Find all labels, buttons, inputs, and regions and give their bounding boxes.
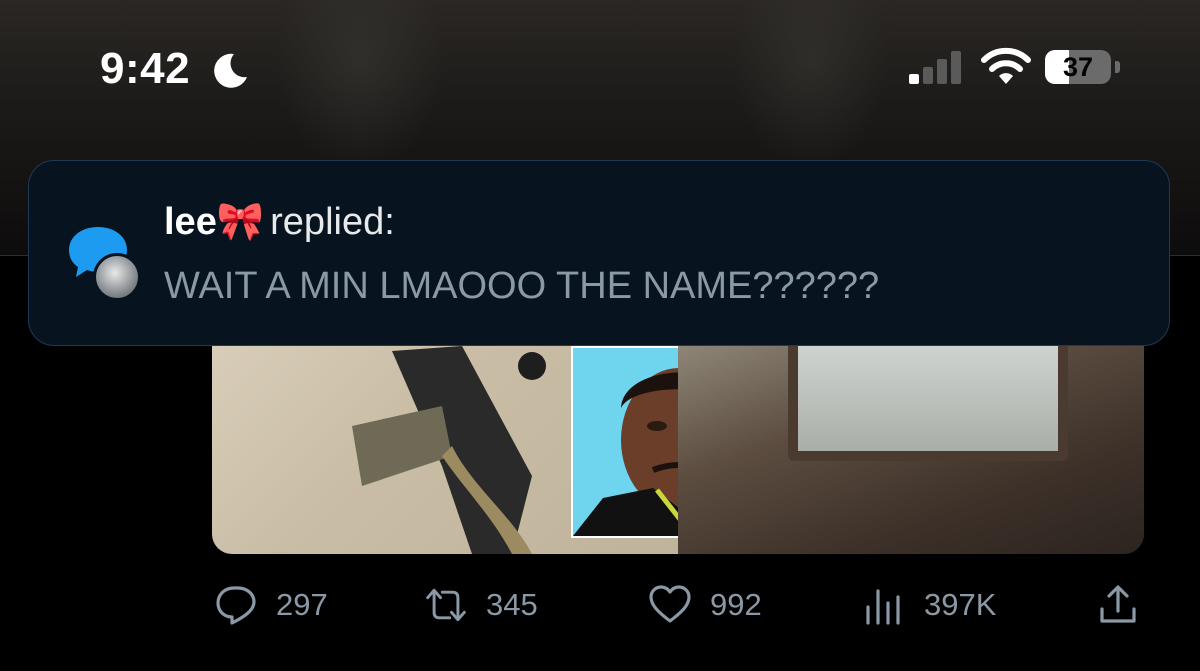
- notification-username: lee🎀: [164, 201, 265, 243]
- reply-notification[interactable]: lee🎀 replied: WAIT A MIN LMAOOO THE NAME?…: [28, 160, 1170, 346]
- retweet-button[interactable]: 345: [424, 580, 538, 630]
- battery-level: 37: [1062, 52, 1094, 82]
- cellular-signal-icon: [909, 51, 961, 84]
- heart-icon: [649, 585, 691, 623]
- share-icon: [1100, 585, 1136, 623]
- retweet-icon: [426, 588, 466, 622]
- reply-icon: [216, 586, 256, 625]
- retweet-count: 345: [486, 587, 538, 622]
- notification-icon: [67, 223, 167, 303]
- like-button[interactable]: 992: [648, 580, 762, 630]
- tweet-media[interactable]: [212, 346, 1144, 554]
- views-count: 397K: [924, 587, 997, 622]
- avatar: [93, 253, 141, 301]
- analytics-icon: [866, 589, 900, 625]
- notification-title: lee🎀 replied:: [164, 199, 395, 245]
- like-count: 992: [710, 587, 762, 622]
- wifi-icon: [981, 47, 1031, 84]
- battery-cap: [1115, 61, 1120, 73]
- screen: 9:42 37 lee🎀 replied: WAIT A MIN LMAOOO …: [0, 0, 1200, 671]
- id-card-photo: [788, 346, 1068, 461]
- reply-count: 297: [276, 587, 328, 622]
- moon-icon: [214, 53, 247, 88]
- status-time: 9:42: [100, 44, 191, 93]
- views-button[interactable]: 397K: [862, 580, 996, 630]
- share-button[interactable]: [1096, 580, 1140, 630]
- battery-icon: 37: [1045, 50, 1123, 86]
- notification-message: WAIT A MIN LMAOOO THE NAME??????: [164, 265, 880, 307]
- media-image-left[interactable]: [212, 346, 787, 554]
- notification-action: replied:: [270, 201, 395, 243]
- tweet-action-bar: 297 345 992 397K: [0, 580, 1200, 630]
- media-image-right[interactable]: [678, 346, 1144, 554]
- battery-body: 37: [1045, 50, 1111, 84]
- reply-button[interactable]: 297: [214, 580, 328, 630]
